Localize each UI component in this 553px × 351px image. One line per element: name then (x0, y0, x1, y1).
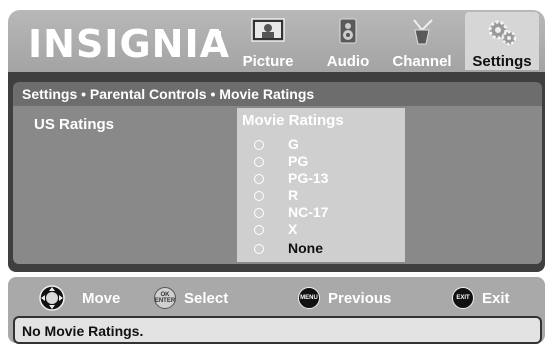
tab-picture[interactable]: Picture (236, 12, 300, 70)
status-bar: No Movie Ratings. (13, 316, 542, 344)
help-select-label: Select (184, 289, 229, 307)
help-move: Move (38, 285, 120, 311)
channel-icon (413, 19, 433, 45)
rating-label: X (288, 221, 298, 237)
tab-picture-label: Picture (242, 53, 294, 70)
help-exit-label: Exit (482, 289, 510, 307)
rating-label: NC-17 (288, 204, 329, 220)
radio-button[interactable] (254, 224, 264, 235)
radio-button[interactable] (254, 156, 264, 167)
menu-key-text: MENU (300, 295, 318, 301)
status-message: No Movie Ratings. (22, 323, 144, 339)
menu-key-icon: MENU (298, 287, 320, 309)
rating-option-pg13[interactable]: PG-13 (254, 170, 328, 187)
rating-option-r[interactable]: R (254, 187, 298, 204)
rating-option-none[interactable]: None (254, 240, 323, 257)
rating-option-nc17[interactable]: NC-17 (254, 204, 328, 221)
breadcrumb: Settings • Parental Controls • Movie Rat… (13, 82, 542, 106)
dpad-icon (39, 285, 65, 311)
help-exit: EXIT Exit (452, 285, 510, 311)
trademark-mark: TM (210, 30, 222, 39)
rating-label: R (288, 187, 299, 203)
rating-label: PG (288, 153, 309, 169)
rating-option-x[interactable]: X (254, 221, 297, 238)
enter-key-text: ENTER (154, 298, 176, 304)
radio-button[interactable] (254, 207, 264, 218)
rating-label: None (288, 240, 323, 256)
rating-label: G (288, 136, 299, 152)
radio-button[interactable] (254, 173, 264, 184)
rating-label: PG-13 (288, 170, 329, 186)
settings-icon (488, 20, 517, 46)
tab-audio-label: Audio (326, 53, 370, 70)
radio-button[interactable] (254, 139, 264, 150)
radio-button[interactable] (254, 243, 264, 254)
submenu-title: Movie Ratings (242, 112, 344, 129)
help-select: OK ENTER Select (154, 285, 228, 311)
tab-channel-label: Channel (392, 53, 452, 70)
help-previous-label: Previous (328, 289, 392, 307)
tab-audio[interactable]: Audio (322, 12, 374, 70)
ok-enter-icon: OK ENTER (154, 287, 176, 309)
rating-option-g[interactable]: G (254, 136, 299, 153)
help-previous: MENU Previous (298, 285, 391, 311)
breadcrumb-text: Settings • Parental Controls • Movie Rat… (22, 86, 315, 102)
insignia-logo: INSIGNIA (28, 22, 230, 66)
tab-settings[interactable]: Settings (465, 12, 539, 70)
picture-icon (251, 18, 285, 42)
rating-option-pg[interactable]: PG (254, 153, 308, 170)
radio-button[interactable] (254, 190, 264, 201)
help-move-label: Move (82, 289, 121, 307)
exit-key-text: EXIT (456, 295, 470, 301)
tab-settings-label: Settings (472, 53, 532, 70)
audio-icon (339, 18, 357, 44)
tab-channel[interactable]: Channel (388, 12, 456, 70)
menu-item-us-ratings[interactable]: US Ratings (34, 116, 114, 133)
exit-key-icon: EXIT (452, 287, 474, 309)
